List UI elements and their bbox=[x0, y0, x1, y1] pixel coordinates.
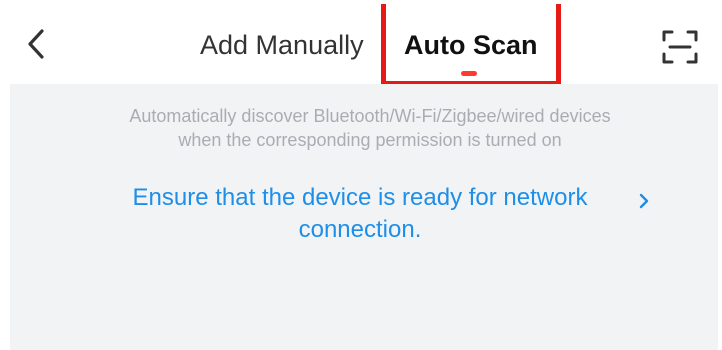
scan-icon[interactable] bbox=[661, 29, 699, 65]
scan-hint-line: when the corresponding permission is tur… bbox=[178, 130, 562, 150]
top-nav-bar: Add Manually Auto Scan bbox=[0, 0, 722, 86]
active-tab-indicator bbox=[461, 71, 477, 76]
back-icon[interactable] bbox=[22, 26, 54, 62]
tab-auto-scan[interactable]: Auto Scan bbox=[404, 28, 538, 62]
device-ready-guide-link[interactable]: Ensure that the device is ready for netw… bbox=[90, 182, 660, 252]
guide-text: Ensure that the device is ready for netw… bbox=[90, 182, 630, 246]
guide-text-line: Ensure that the device is ready for netw… bbox=[132, 184, 588, 211]
scan-hint-line: Automatically discover Bluetooth/Wi-Fi/Z… bbox=[129, 106, 611, 126]
chevron-right-icon bbox=[638, 192, 650, 210]
auto-scan-panel: Automatically discover Bluetooth/Wi-Fi/Z… bbox=[10, 84, 718, 350]
tab-add-manually[interactable]: Add Manually bbox=[200, 28, 364, 62]
guide-text-line: connection. bbox=[298, 216, 422, 243]
scan-hint: Automatically discover Bluetooth/Wi-Fi/Z… bbox=[10, 104, 722, 152]
